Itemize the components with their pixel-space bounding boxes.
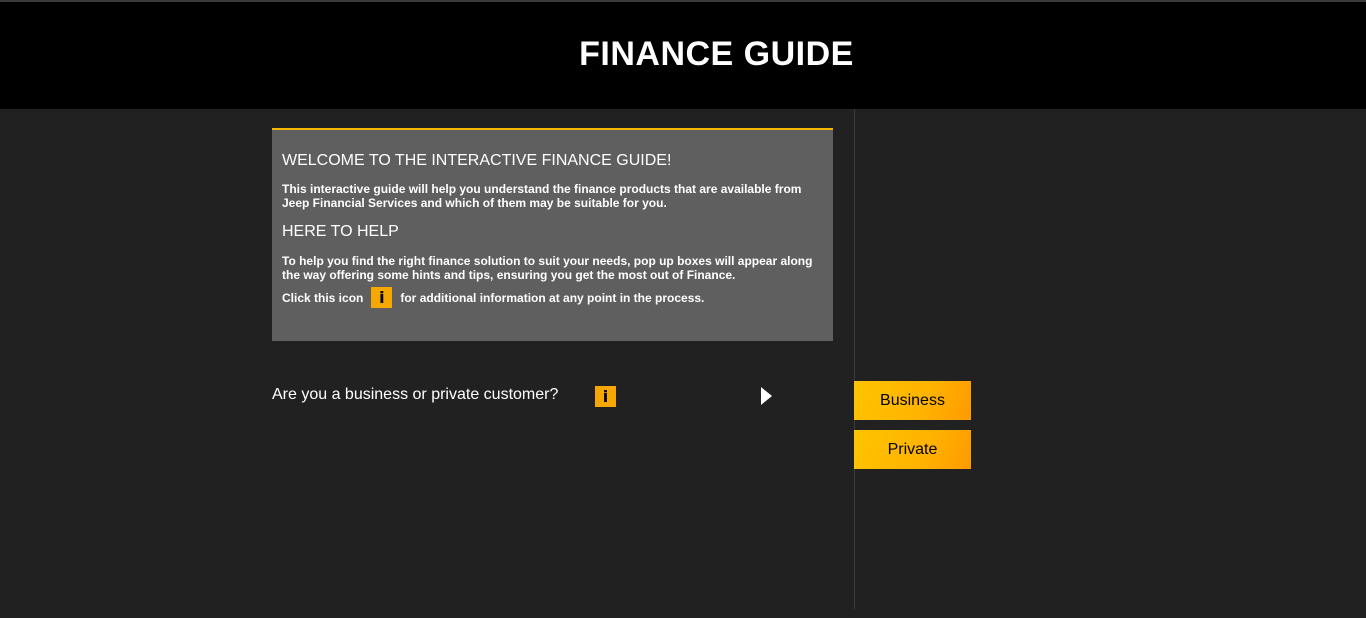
arrow-right-icon <box>761 387 772 405</box>
page-title: FINANCE GUIDE <box>579 35 854 73</box>
customer-type-question: Are you a business or private customer? <box>272 386 559 403</box>
header: FINANCE GUIDE <box>0 2 1366 109</box>
info-icon[interactable]: i <box>595 386 616 407</box>
vertical-divider <box>854 109 855 609</box>
welcome-heading: WELCOME TO THE INTERACTIVE FINANCE GUIDE… <box>282 152 672 169</box>
help-text: To help you find the right finance solut… <box>282 254 813 282</box>
business-button[interactable]: Business <box>854 381 971 420</box>
info-icon: i <box>371 287 393 308</box>
welcome-text: This interactive guide will help you und… <box>282 182 802 210</box>
click-hint-prefix: Click this icon <box>282 290 364 305</box>
welcome-panel: WELCOME TO THE INTERACTIVE FINANCE GUIDE… <box>272 128 833 341</box>
click-hint-suffix: for additional information at any point … <box>400 290 705 305</box>
click-icon-hint: Click this icon i for additional informa… <box>282 287 704 308</box>
help-heading: HERE TO HELP <box>282 223 399 240</box>
private-button[interactable]: Private <box>854 430 971 469</box>
